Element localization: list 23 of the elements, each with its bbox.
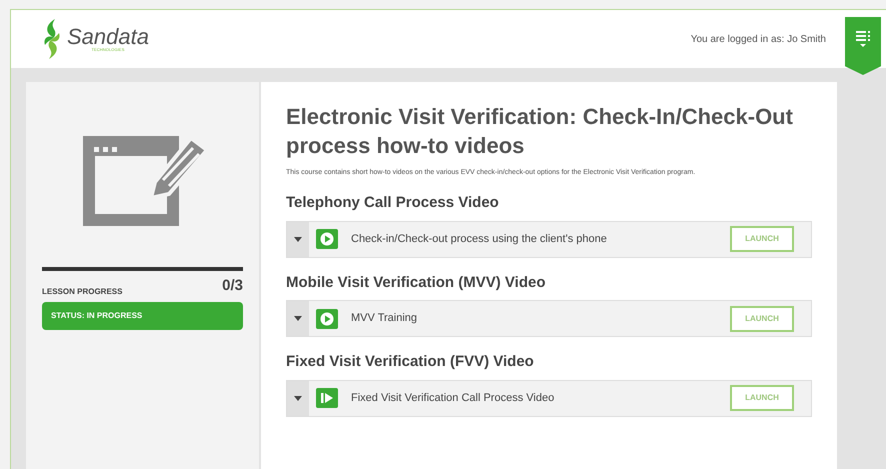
caret-icon[interactable]	[294, 396, 302, 400]
video-title: Fixed Visit Verification Call Process Video	[351, 390, 554, 406]
video-title: Check-in/Check-out process using the client's phone	[351, 232, 607, 247]
caret-icon[interactable]	[294, 316, 302, 321]
status-badge: STATUS: IN PROGRESS	[42, 302, 243, 330]
logo-text: Sandata	[67, 26, 149, 48]
user-label: You are logged in as: Jo Smith	[690, 32, 826, 46]
launch-button[interactable]: LAUNCH	[730, 385, 794, 411]
launch-button[interactable]: LAUNCH	[730, 306, 794, 332]
section-heading: Mobile Visit Verification (MVV) Video	[286, 272, 546, 292]
play-icon	[316, 308, 338, 328]
menu-tab[interactable]	[845, 17, 881, 75]
play-icon	[316, 388, 338, 408]
play-icon	[316, 229, 338, 249]
menu-icon	[856, 31, 870, 47]
progress-label: LESSON PROGRESS	[42, 286, 122, 298]
section-heading: Telephony Call Process Video	[286, 193, 500, 213]
video-title: MVV Training	[351, 311, 418, 326]
progress-count: 0/3	[222, 276, 243, 296]
section-heading: Fixed Visit Verification (FVV) Video	[286, 352, 535, 372]
course-title: Electronic Visit Verification: Check-In/Check-Out process how-to videos	[286, 103, 794, 160]
launch-button[interactable]: LAUNCH	[730, 226, 794, 252]
caret-icon[interactable]	[294, 236, 302, 242]
